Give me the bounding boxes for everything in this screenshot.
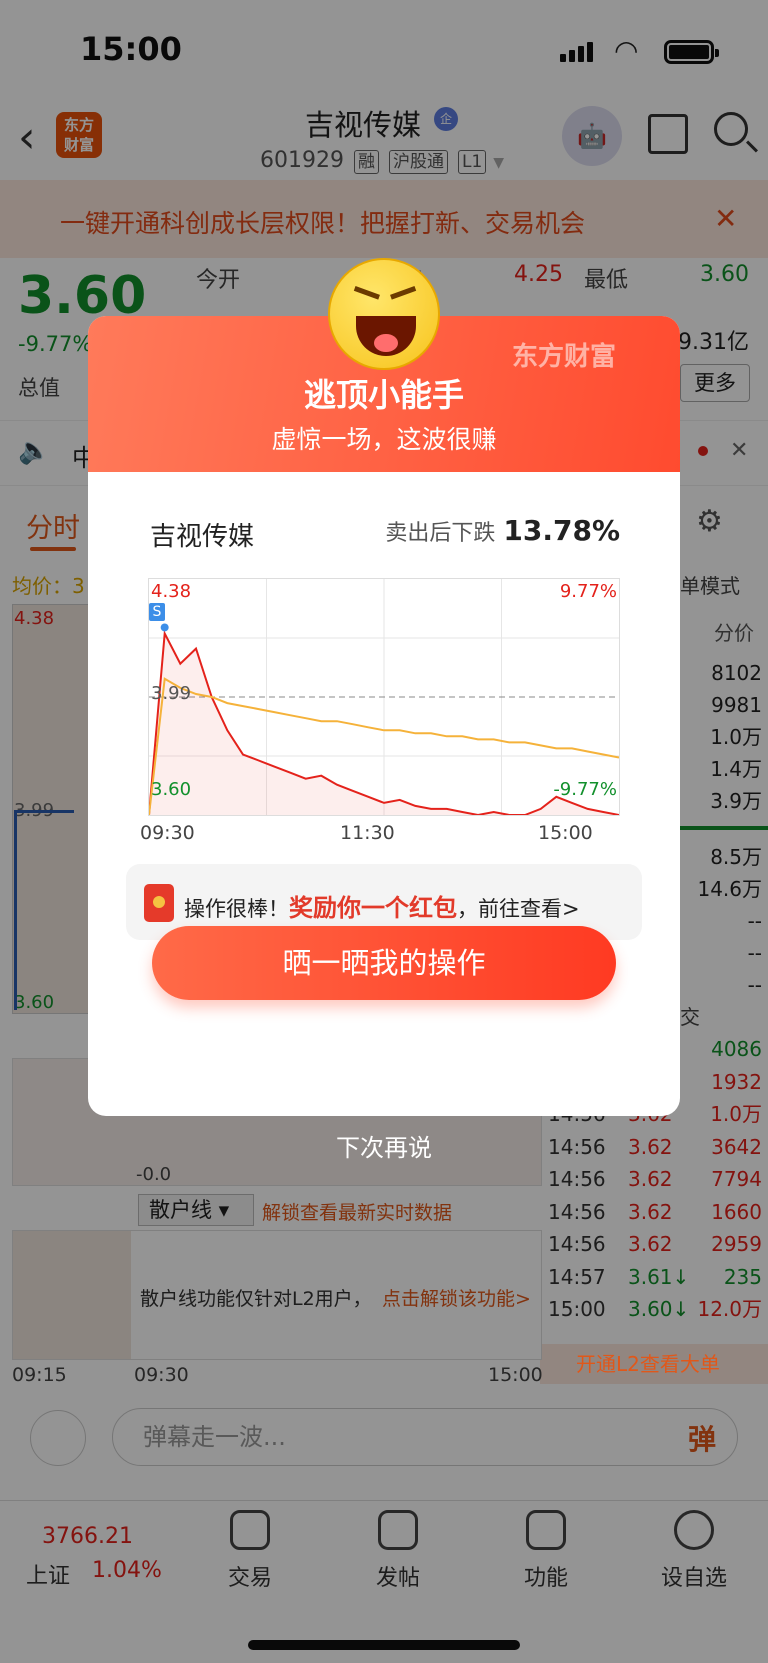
share-operation-button[interactable]: 晒一晒我的操作: [152, 926, 616, 1000]
later-button[interactable]: 下次再说: [300, 1128, 468, 1163]
sell-marker: S: [149, 603, 165, 621]
reward-link[interactable]: ，前往查看>: [457, 897, 580, 921]
chart-x-start: 09:30: [140, 822, 195, 844]
chart-pct-high: 9.77%: [559, 581, 617, 602]
laughing-emoji-icon: [328, 258, 440, 370]
chart-pct-low: -9.77%: [553, 779, 617, 800]
modal-title: 逃顶小能手: [303, 376, 464, 414]
l2-big-order-link[interactable]: 开通L2查看大单: [576, 1348, 720, 1377]
chart-y-mid: 3.99: [151, 683, 192, 704]
drop-label: 卖出后下跌: [385, 521, 496, 546]
chart-y-low: 3.60: [151, 779, 192, 800]
drop-value: 13.78%: [503, 514, 620, 547]
achievement-modal: 东方财富 逃顶小能手 虚惊一场，这波很赚 吉视传媒 卖出后下跌 13.78% 4.…: [88, 316, 680, 1116]
modal-chart: 4.38 3.99 3.60 9.77% -9.77% S: [148, 578, 620, 816]
sell-point: [160, 623, 169, 632]
chart-x-end: 15:00: [538, 822, 593, 844]
modal-watermark: 东方财富: [512, 342, 617, 372]
chart-y-high: 4.38: [151, 581, 192, 602]
reward-highlight: 奖励你一个红包: [289, 894, 457, 922]
modal-drop-desc: 卖出后下跌 13.78%: [385, 514, 620, 547]
chart-x-mid: 11:30: [340, 822, 395, 844]
modal-stock-name: 吉视传媒: [150, 522, 255, 552]
red-envelope-icon: [144, 884, 174, 922]
price-chart-svg: [149, 579, 619, 815]
reward-text: 操作很棒！奖励你一个红包，前往查看>: [184, 888, 580, 923]
modal-subtitle: 虚惊一场，这波很赚: [271, 425, 497, 454]
reward-prefix: 操作很棒！: [184, 897, 289, 921]
